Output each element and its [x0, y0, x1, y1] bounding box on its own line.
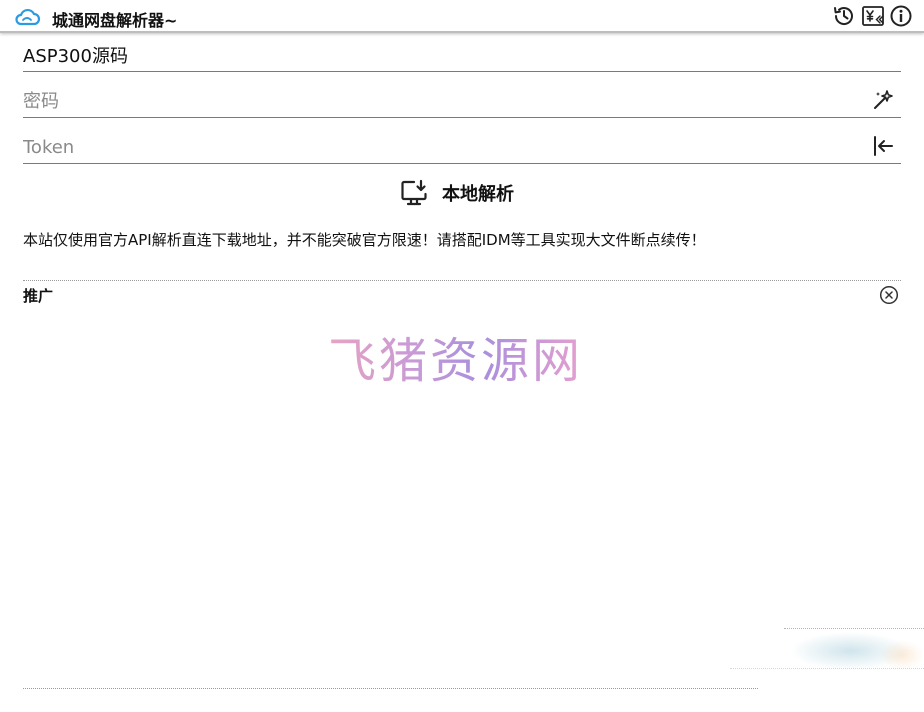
promo-brand-logo[interactable]: 飞猪资源网 [328, 321, 583, 391]
share-link-field [23, 40, 901, 72]
overlay-divider [730, 668, 924, 669]
blurred-overlay [880, 640, 924, 670]
password-field [23, 86, 901, 118]
token-field [23, 132, 901, 164]
info-icon[interactable] [889, 4, 913, 28]
title-bar: 城通网盘解析器~ [0, 0, 924, 33]
cloud-icon [14, 6, 41, 28]
login-icon[interactable] [871, 134, 895, 158]
promo-divider [23, 688, 758, 689]
local-parse-label: 本地解析 [442, 184, 514, 205]
promo-section: 推广 飞猪资源网 [23, 280, 901, 690]
notice-text: 本站仅使用官方API解析直连下载地址，并不能突破官方限速！请搭配IDM等工具实现… [23, 231, 706, 249]
magic-wand-icon[interactable] [871, 88, 895, 112]
app-title: 城通网盘解析器~ [52, 11, 178, 30]
password-input[interactable] [23, 88, 853, 114]
token-input[interactable] [23, 134, 853, 160]
overlay-divider [784, 628, 924, 629]
promo-label: 推广 [23, 287, 54, 305]
history-icon[interactable] [832, 4, 856, 28]
share-link-input[interactable] [23, 42, 853, 68]
donate-icon[interactable] [861, 4, 885, 28]
close-circle-icon[interactable] [879, 285, 899, 305]
local-parse-button[interactable]: 本地解析 [400, 176, 514, 210]
monitor-download-icon [400, 179, 428, 207]
